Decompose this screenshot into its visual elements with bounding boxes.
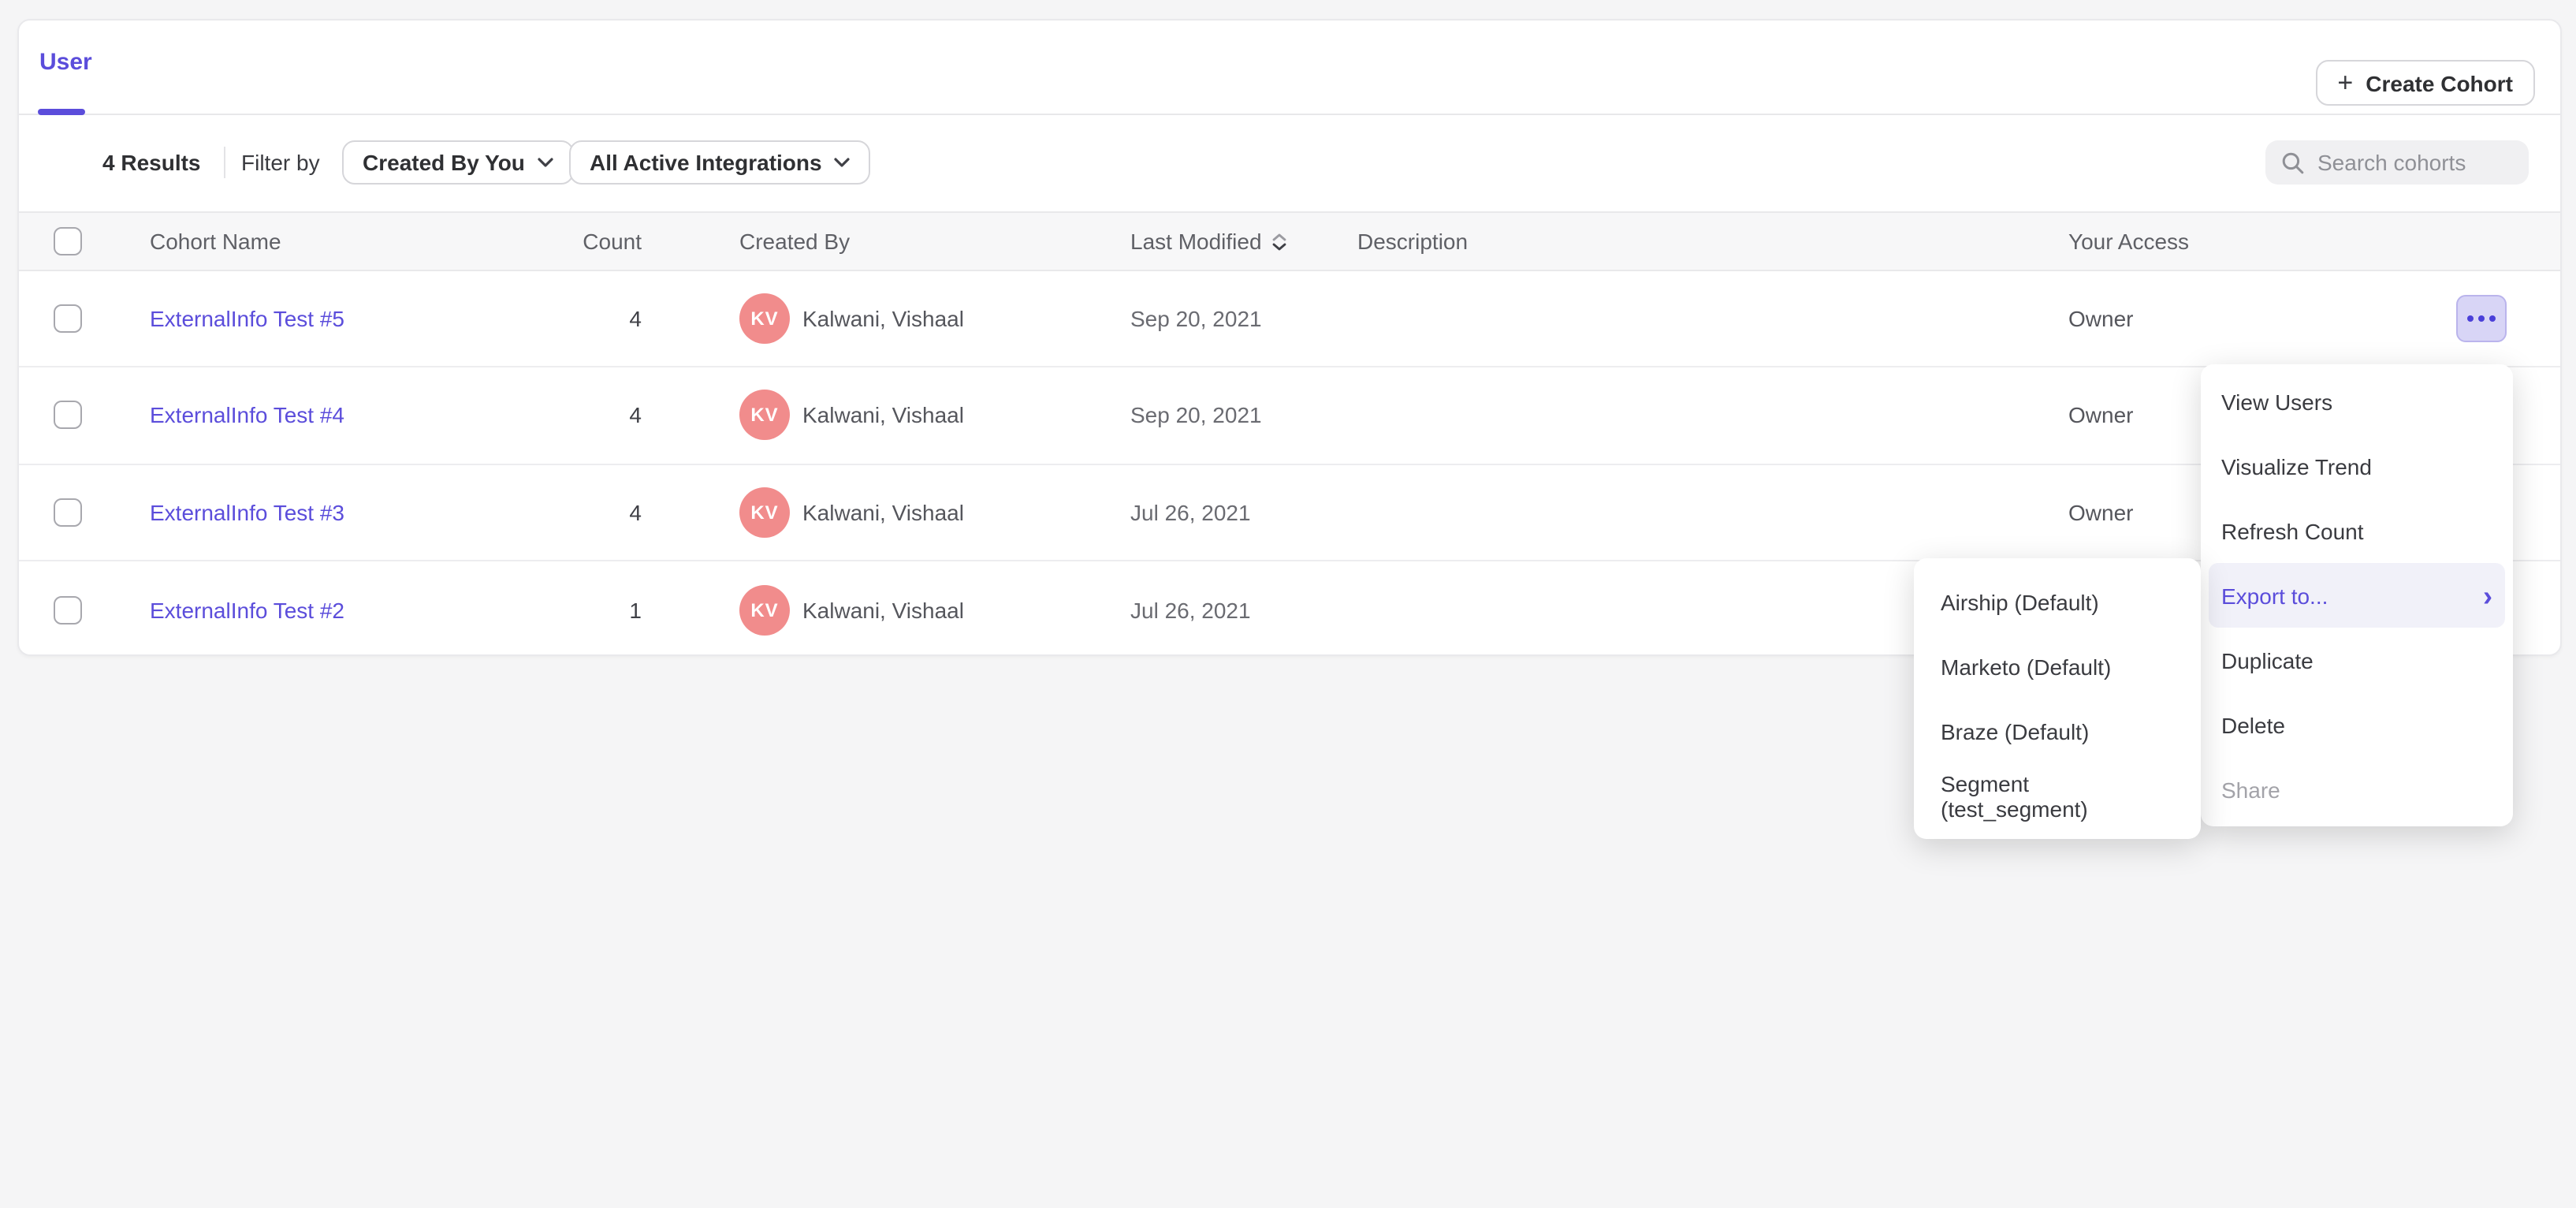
context-menu-item: Share [2201,757,2513,822]
divider [224,147,225,178]
integrations-filter-label: All Active Integrations [590,150,822,175]
table-row: ExternalInfo Test #5 4 KV Kalwani, Visha… [19,271,2560,368]
created-by-cell: KV Kalwani, Vishaal [739,464,964,560]
more-icon [2467,315,2474,322]
last-modified-cell: Jul 26, 2021 [1130,561,1251,658]
last-modified-cell: Jul 26, 2021 [1130,464,1251,560]
cohort-count: 4 [476,464,642,560]
access-cell: Owner [2068,368,2133,464]
search-placeholder: Search cohorts [2317,150,2466,175]
create-cohort-label: Create Cohort [2366,70,2513,95]
column-header-last-modified[interactable]: Last Modified [1130,213,1287,270]
tab-bar: User + Create Cohort [19,21,2560,115]
context-menu-item[interactable]: Delete [2201,692,2513,757]
access-cell: Owner [2068,271,2133,367]
cohort-count: 4 [476,271,642,367]
avatar: KV [739,584,790,635]
context-menu-item-label: Delete [2221,712,2285,737]
creator-name: Kalwani, Vishaal [802,306,964,331]
export-submenu: Airship (Default) Marketo (Default) Braz… [1914,558,2201,839]
page: User + Create Cohort 4 Results Filter by… [0,0,2576,1208]
table-row: ExternalInfo Test #3 4 KV Kalwani, Visha… [19,464,2560,561]
created-by-cell: KV Kalwani, Vishaal [739,271,964,367]
chevron-right-icon: › [2483,581,2492,610]
creator-name: Kalwani, Vishaal [802,403,964,428]
created-by-cell: KV Kalwani, Vishaal [739,561,964,658]
last-modified-label: Last Modified [1130,229,1262,254]
context-menu-item[interactable]: Refresh Count [2201,498,2513,563]
table-row: ExternalInfo Test #4 4 KV Kalwani, Visha… [19,368,2560,465]
row-checkbox[interactable] [54,595,82,624]
search-icon [2281,151,2305,174]
create-cohort-button[interactable]: + Create Cohort [2315,60,2535,106]
context-menu-item-label: Share [2221,777,2280,802]
export-submenu-item[interactable]: Braze (Default) [1914,699,2201,763]
search-input[interactable]: Search cohorts [2265,140,2529,185]
row-checkbox[interactable] [54,304,82,333]
cohort-name-link[interactable]: ExternalInfo Test #2 [150,561,344,658]
export-submenu-item[interactable]: Segment (test_segment) [1914,763,2201,828]
column-header-cohort-name: Cohort Name [150,213,281,270]
cohort-name-link[interactable]: ExternalInfo Test #3 [150,464,344,560]
avatar: KV [739,487,790,537]
chevron-down-icon [538,158,553,167]
column-header-your-access: Your Access [2068,213,2189,270]
context-menu-item-label: Export to... [2221,583,2328,608]
filter-by-label: Filter by [241,150,320,175]
cohort-name-link[interactable]: ExternalInfo Test #4 [150,368,344,464]
chevron-down-icon [835,158,851,167]
access-cell: Owner [2068,464,2133,560]
context-menu-item[interactable]: View Users [2201,369,2513,434]
cohort-name-link[interactable]: ExternalInfo Test #5 [150,271,344,367]
avatar: KV [739,390,790,441]
context-menu-item[interactable]: Visualize Trend [2201,434,2513,498]
column-header-count: Count [476,213,642,270]
context-menu-item-label: Refresh Count [2221,518,2364,543]
integrations-filter-dropdown[interactable]: All Active Integrations [569,140,871,185]
creator-name: Kalwani, Vishaal [802,597,964,622]
created-by-cell: KV Kalwani, Vishaal [739,368,964,464]
filter-bar: 4 Results Filter by Created By You All A… [19,114,2560,211]
last-modified-cell: Sep 20, 2021 [1130,368,1262,464]
cohort-count: 4 [476,368,642,464]
context-menu-item[interactable]: Duplicate [2201,628,2513,692]
results-count: 4 Results [102,150,201,175]
row-checkbox[interactable] [54,498,82,526]
context-menu-item[interactable]: Export to... › [2209,563,2505,628]
creator-name: Kalwani, Vishaal [802,499,964,524]
export-submenu-item[interactable]: Airship (Default) [1914,569,2201,634]
column-header-created-by: Created By [739,213,850,270]
table-header: Cohort Name Count Created By Last Modifi… [19,211,2560,271]
select-all-checkbox[interactable] [54,227,82,255]
export-submenu-item[interactable]: Marketo (Default) [1914,634,2201,699]
cohort-count: 1 [476,561,642,658]
sort-icon [1273,233,1287,250]
avatar: KV [739,293,790,344]
created-by-filter-label: Created By You [363,150,525,175]
created-by-filter-dropdown[interactable]: Created By You [342,140,574,185]
plus-icon: + [2337,69,2353,95]
column-header-description: Description [1357,213,1468,270]
context-menu-item-label: Visualize Trend [2221,453,2372,479]
row-context-menu: View Users Visualize Trend Refresh Count… [2201,364,2513,826]
context-menu-item-label: Duplicate [2221,647,2314,673]
row-checkbox[interactable] [54,401,82,430]
row-actions-button[interactable] [2456,295,2507,342]
last-modified-cell: Sep 20, 2021 [1130,271,1262,367]
tab-user[interactable]: User [39,49,92,76]
context-menu-item-label: View Users [2221,389,2332,414]
